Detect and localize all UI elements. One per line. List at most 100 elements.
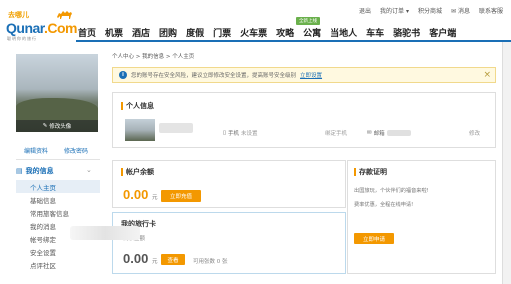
sidebar-item-basic-info[interactable]: 基础信息 [16, 193, 100, 206]
nav-vacation[interactable]: 度假 [186, 26, 204, 39]
mail-icon: ✉ [451, 8, 457, 15]
close-icon[interactable]: × [483, 70, 491, 80]
deposit-promo-image [70, 226, 140, 240]
deposit-title: 存款证明 [354, 167, 387, 177]
nav-app[interactable]: 客户端 [429, 26, 456, 39]
camera-icon: ✎ [42, 123, 48, 129]
section-marker [121, 168, 123, 176]
email-row: ✉ 邮箱 [367, 129, 411, 137]
section-marker [354, 168, 356, 176]
nav-locals[interactable]: 当地人 [330, 26, 357, 39]
travel-card-value: 0.00 [123, 251, 149, 266]
nav-group-buy[interactable]: 团购 [159, 26, 177, 39]
logo-en-suffix: .Com [43, 20, 78, 36]
person-card-icon: ▤ [16, 167, 23, 175]
utility-links: 退出 我的订单 ▾ 积分商城 ✉ 消息 联系客服 [359, 6, 503, 15]
account-balance-card: 帐户余额 0.00 元 立即充值 [112, 160, 346, 208]
chevron-down-icon[interactable]: ⌄ [86, 166, 92, 174]
change-avatar-button[interactable]: ✎ 修改头像 [16, 120, 98, 132]
section-marker [121, 102, 123, 110]
deposit-line-1: 出国旅玩，个伙伴们的福音来啦! [354, 188, 429, 194]
phone-icon: ▯ [223, 130, 227, 136]
new-badge: 全新上线 [296, 17, 320, 25]
username-redacted [159, 123, 193, 133]
breadcrumb: 个人中心 > 我的信息 > 个人主页 [112, 54, 195, 60]
view-card-button[interactable]: 查看 [161, 254, 185, 265]
available-value: 0 [216, 259, 221, 265]
nav-train[interactable]: 火车票 [240, 26, 267, 39]
nav-apartments[interactable]: 公寓 [303, 26, 321, 39]
logo-en-text: Qunar.Com [6, 20, 77, 36]
phone-row: ▯ 手机 未设置 [223, 129, 258, 137]
my-orders-link[interactable]: 我的订单 ▾ [380, 6, 409, 15]
sidebar-item-reviews[interactable]: 点评社区 [16, 258, 100, 271]
recharge-button[interactable]: 立即充值 [161, 190, 201, 202]
avatar-landscape [16, 98, 98, 120]
main-nav: 首页 机票 酒店 团购 度假 门票 火车票 攻略 公寓 当地人 车车 骆驼书 客… [78, 26, 456, 39]
utility-bar: 退出 我的订单 ▾ 积分商城 ✉ 消息 联系客服 [0, 0, 511, 22]
available-unit: 张 [222, 259, 228, 265]
sidebar-divider [16, 159, 100, 160]
bind-phone-label: 绑定手机 [325, 131, 348, 137]
profile-thumbnail [125, 119, 155, 141]
logout-link[interactable]: 退出 [359, 6, 371, 15]
deposit-proof-card: 存款证明 出国旅玩，个伙伴们的福音来啦! 费率优惠，全程在线申请! 立即申请 [347, 160, 496, 274]
deposit-title-text: 存款证明 [359, 168, 387, 176]
personal-info-title-text: 个人信息 [126, 102, 154, 110]
sidebar-item-security[interactable]: 安全设置 [16, 245, 100, 258]
personal-info-card: 个人信息 ▯ 手机 未设置 绑定手机 ✉ 邮箱 修改 [112, 92, 496, 148]
balance-unit: 元 [151, 195, 158, 201]
edit-email-label: 修改 [469, 131, 481, 137]
deposit-line-2: 费率优惠，全程在线申请! [354, 202, 414, 208]
edit-profile-link[interactable]: 编辑资料 [24, 146, 48, 155]
change-password-link[interactable]: 修改密码 [64, 146, 88, 155]
notice-set-now-link[interactable]: 立即设置 [300, 71, 322, 79]
change-avatar-label: 修改头像 [49, 124, 72, 130]
nav-flights[interactable]: 机票 [105, 26, 123, 39]
email-label: 邮箱 [373, 131, 385, 137]
notice-text: 您的账号存在安全风险，建议立即修改安全设置，提高账号安全级别 [131, 73, 297, 79]
nav-guides[interactable]: 攻略 [276, 26, 294, 39]
nav-tickets[interactable]: 门票 [213, 26, 231, 39]
nav-cars[interactable]: 车车 [366, 26, 384, 39]
sidebar-item-frequent-travelers[interactable]: 常用旅客信息 [16, 206, 100, 219]
nav-home[interactable]: 首页 [78, 26, 96, 39]
available-count: 可用张数 0 张 [193, 257, 228, 265]
my-orders-label: 我的订单 [380, 8, 405, 15]
nav-camel-book[interactable]: 骆驼书 [393, 26, 420, 39]
sidebar-item-homepage[interactable]: 个人主页 [16, 180, 100, 193]
camel-icon [57, 11, 72, 19]
apply-now-button[interactable]: 立即申请 [354, 233, 394, 244]
travel-card-unit: 元 [151, 259, 158, 265]
profile-links: 编辑资料 修改密码 [24, 146, 88, 155]
nav-divider [76, 40, 511, 42]
qunar-logo[interactable]: 去哪儿 Qunar.Com 聪明你的旅行 [6, 6, 77, 41]
phone-label: 手机 [228, 131, 240, 137]
my-info-title: 我的信息 [25, 167, 54, 175]
chevron-down-icon: ▾ [405, 8, 409, 15]
messages-link[interactable]: ✉ 消息 [451, 6, 470, 15]
edit-email-link[interactable]: 修改 [469, 129, 480, 137]
balance-title-text: 帐户余额 [126, 168, 154, 176]
travel-card-amount: 0.00 元 [123, 251, 157, 266]
points-mall-link[interactable]: 积分商城 [418, 6, 442, 15]
available-label: 可用张数 [193, 259, 216, 265]
info-icon: i [119, 71, 127, 79]
balance-amount: 0.00 元 [123, 187, 157, 202]
scrollbar[interactable] [502, 42, 511, 284]
logo-en-main: Qunar [6, 20, 44, 36]
travel-card-panel: 我的旅行卡 剩余金额 0.00 元 查看 可用张数 0 张 [112, 212, 346, 274]
personal-info-title: 个人信息 [121, 101, 154, 111]
my-info-section-header[interactable]: ▤ 我的信息 [16, 166, 54, 176]
avatar[interactable]: ✎ 修改头像 [16, 54, 98, 132]
phone-value: 未设置 [241, 131, 258, 137]
logo-cn-text: 去哪儿 [8, 11, 29, 19]
contact-support-link[interactable]: 联系客服 [479, 6, 503, 15]
email-redacted [386, 130, 411, 136]
balance-title: 帐户余额 [121, 167, 154, 177]
bind-phone-link[interactable]: 绑定手机 [325, 129, 347, 137]
nav-hotels[interactable]: 酒店 [132, 26, 150, 39]
mail-icon: ✉ [367, 130, 372, 136]
messages-label: 消息 [457, 8, 470, 15]
balance-value: 0.00 [123, 187, 149, 202]
